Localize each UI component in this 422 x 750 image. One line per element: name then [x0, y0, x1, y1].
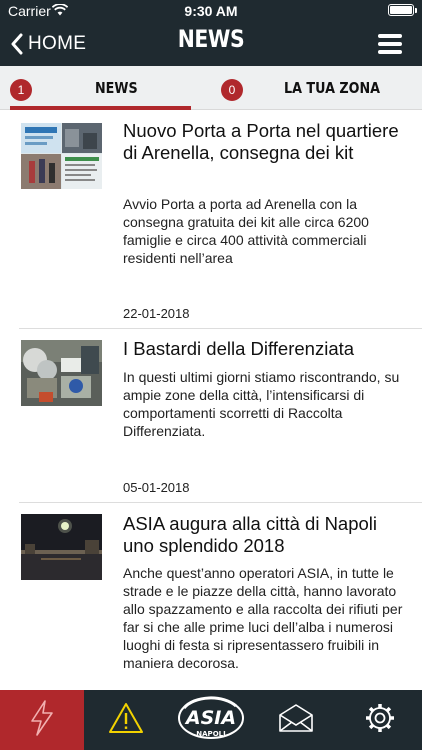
asia-logo-subtext: NAPOLI: [196, 730, 225, 738]
asia-logo-text: ASIA: [184, 707, 236, 729]
top-bar: Carrier 9:30 AM HOME NEWS: [0, 0, 422, 66]
section-tabs: 1 NEWS 0 LA TUA ZONA: [0, 66, 422, 110]
news-title: Nuovo Porta a Porta nel quartiere di Are…: [123, 120, 399, 163]
envelope-icon: [278, 703, 314, 738]
news-item[interactable]: Nuovo Porta a Porta nel quartiere di Are…: [0, 110, 422, 329]
battery-icon: [388, 4, 414, 16]
bottom-tab-bar: ASIA NAPOLI: [0, 690, 422, 750]
warning-icon: [108, 702, 144, 739]
news-item[interactable]: ASIA augura alla città di Napoli uno spl…: [0, 503, 422, 690]
news-count-badge: 1: [10, 79, 32, 101]
news-thumbnail: [21, 123, 102, 189]
news-excerpt: Avvio Porta a porta ad Arenella con la c…: [123, 196, 369, 266]
zona-count-badge: 0: [221, 79, 243, 101]
asia-logo: ASIA NAPOLI: [176, 694, 246, 747]
news-date: 22-01-2018: [123, 306, 190, 321]
news-title: ASIA augura alla città di Napoli uno spl…: [123, 513, 378, 556]
tab-la-tua-zona-label: LA TUA ZONA: [284, 79, 381, 97]
tab-news-label: NEWS: [95, 79, 138, 97]
lightning-icon: [28, 699, 56, 742]
clock: 9:30 AM: [184, 3, 238, 19]
navigation-bar: HOME NEWS: [0, 22, 422, 66]
news-thumbnail: [21, 340, 102, 406]
tab-home-logo[interactable]: ASIA NAPOLI: [168, 690, 254, 750]
news-item[interactable]: I Bastardi della Differenziata In questi…: [0, 329, 422, 503]
gear-icon: [364, 702, 396, 739]
news-title: I Bastardi della Differenziata: [123, 338, 355, 359]
tab-messages[interactable]: [254, 690, 338, 750]
status-bar: Carrier 9:30 AM: [0, 0, 422, 22]
news-date: 05-01-2018: [123, 480, 190, 495]
battery-tip: [415, 8, 417, 13]
news-excerpt: Anche quest’anno operatori ASIA, in tutt…: [123, 565, 403, 671]
chevron-left-icon: [10, 33, 24, 55]
tab-emergency[interactable]: [0, 690, 84, 750]
tab-news[interactable]: 1 NEWS: [0, 66, 191, 110]
tab-settings[interactable]: [338, 690, 422, 750]
tab-report[interactable]: [84, 690, 168, 750]
tab-la-tua-zona[interactable]: 0 LA TUA ZONA: [211, 66, 422, 110]
news-excerpt: In questi ultimi giorni stiamo riscontra…: [123, 369, 400, 439]
news-thumbnail: [21, 514, 102, 580]
news-feed[interactable]: Nuovo Porta a Porta nel quartiere di Are…: [0, 110, 422, 690]
hamburger-menu-icon[interactable]: [378, 34, 402, 54]
page-title: NEWS: [177, 25, 245, 53]
